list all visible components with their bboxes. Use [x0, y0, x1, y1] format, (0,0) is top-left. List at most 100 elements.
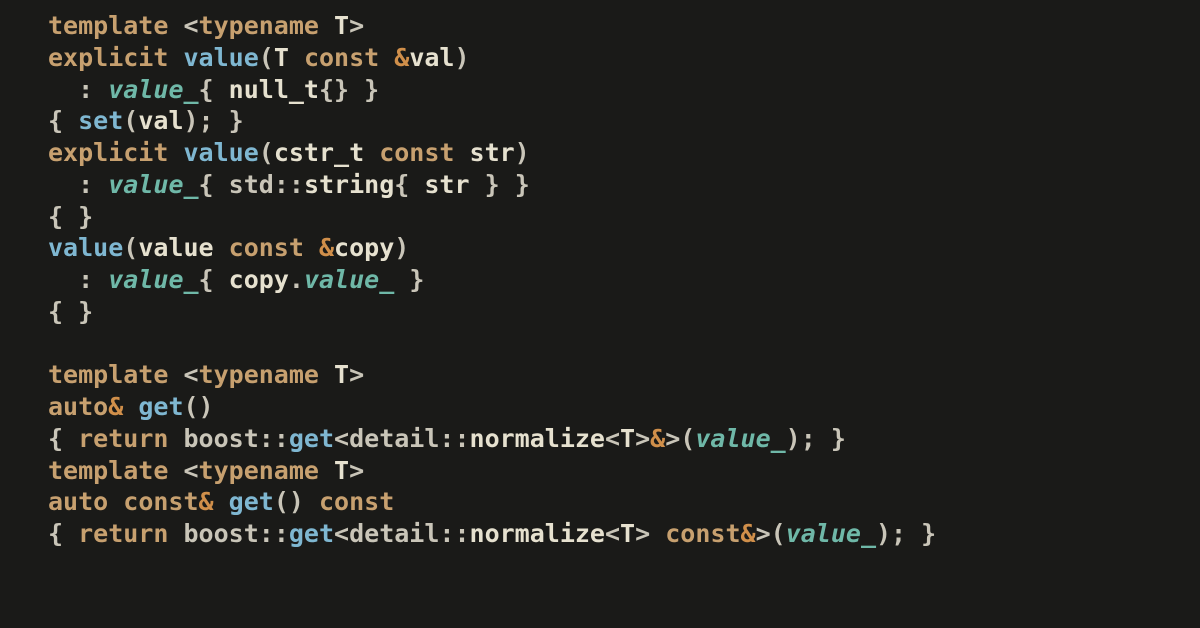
fn-boost-get2: get [289, 519, 334, 548]
paren3c: ) [394, 233, 409, 262]
angle-close: > [349, 11, 364, 40]
paren2c: ) [515, 138, 530, 167]
fn-set: set [78, 106, 123, 135]
dot: . [289, 265, 304, 294]
ctor-value: value [183, 43, 258, 72]
ns-detail: detail [349, 424, 439, 453]
scope4: :: [259, 519, 289, 548]
kw-const4: const [123, 487, 198, 516]
args-close: ); } [184, 106, 244, 135]
copy-obj: copy [229, 265, 289, 294]
member-value: value_ [108, 75, 198, 104]
angle-close3: > [349, 456, 364, 485]
brace-open: { [48, 106, 63, 135]
amp4: & [650, 424, 665, 453]
arg-str: str [424, 170, 469, 199]
empty-body2: { } [48, 297, 93, 326]
kw-explicit2: explicit [48, 138, 168, 167]
colon3: : [78, 265, 93, 294]
angle4c: > [635, 424, 650, 453]
angle6: < [605, 519, 620, 548]
empty-body: { } [48, 202, 93, 231]
ns-boost: boost [184, 424, 259, 453]
member-value4: value_ [695, 424, 785, 453]
param-val: val [409, 43, 454, 72]
paren4: () [184, 392, 214, 421]
scope2: :: [259, 424, 289, 453]
brace5: { [199, 265, 214, 294]
kw-typename: typename [199, 11, 319, 40]
type-T: T [334, 11, 349, 40]
type-normalize2: normalize [470, 519, 605, 548]
fn-get2: get [229, 487, 274, 516]
paren5: ( [680, 424, 695, 453]
ns-detail2: detail [349, 519, 439, 548]
amp5: & [199, 487, 214, 516]
kw-typename2: typename [199, 360, 319, 389]
type-normalize: normalize [470, 424, 605, 453]
args: ( [123, 106, 138, 135]
amp2: & [319, 233, 334, 262]
paren2: ( [259, 138, 274, 167]
kw-const6: const [665, 519, 740, 548]
type-T3: T [334, 360, 349, 389]
angle6c: > [635, 519, 650, 548]
paren7: ( [771, 519, 786, 548]
paren7c: ); } [876, 519, 936, 548]
angle-close2: > [349, 360, 364, 389]
kw-auto2: auto [48, 487, 108, 516]
ns-boost2: boost [184, 519, 259, 548]
kw-return2: return [78, 519, 168, 548]
paren: ( [259, 43, 274, 72]
brace: { [199, 75, 214, 104]
kw-template2: template [48, 360, 168, 389]
brace4: { [394, 170, 409, 199]
angle-open2: < [183, 360, 198, 389]
kw-const2: const [379, 138, 454, 167]
angle3c: > [665, 424, 680, 453]
member-value3: value_ [108, 265, 198, 294]
ns-std: std [229, 170, 274, 199]
scope5: :: [439, 519, 469, 548]
paren-close: ) [454, 43, 469, 72]
member-value2: value_ [108, 170, 198, 199]
kw-explicit: explicit [48, 43, 168, 72]
colon2: : [78, 170, 93, 199]
brace3: { [199, 170, 214, 199]
paren6: () [274, 487, 304, 516]
kw-const: const [304, 43, 379, 72]
brace5c: } [409, 265, 424, 294]
kw-const5: const [319, 487, 394, 516]
type-T5: T [334, 456, 349, 485]
param-str: str [470, 138, 515, 167]
brace4c: } } [485, 170, 530, 199]
kw-template3: template [48, 456, 168, 485]
kw-typename3: typename [199, 456, 319, 485]
brace7: { [48, 519, 63, 548]
amp: & [394, 43, 409, 72]
amp6: & [741, 519, 756, 548]
type-T2: T [274, 43, 289, 72]
fn-boost-get: get [289, 424, 334, 453]
ctor-value3: value [48, 233, 123, 262]
type-cstr: cstr_t [274, 138, 364, 167]
type-T4: T [620, 424, 635, 453]
fn-get: get [138, 392, 183, 421]
angle4: < [605, 424, 620, 453]
kw-const3: const [229, 233, 304, 262]
member-value5: value_ [786, 519, 876, 548]
angle5: < [334, 519, 349, 548]
scope: :: [274, 170, 304, 199]
code-block: template <typename T> explicit value(T c… [0, 0, 1200, 550]
scope3: :: [439, 424, 469, 453]
type-null-t: null_t [229, 75, 319, 104]
ctor-value2: value [183, 138, 258, 167]
copy-member: value_ [304, 265, 394, 294]
angle-open3: < [183, 456, 198, 485]
paren5c: ); } [786, 424, 846, 453]
param-copy: copy [334, 233, 394, 262]
kw-auto: auto [48, 392, 108, 421]
type-T6: T [620, 519, 635, 548]
amp3: & [108, 392, 123, 421]
type-string: string [304, 170, 394, 199]
